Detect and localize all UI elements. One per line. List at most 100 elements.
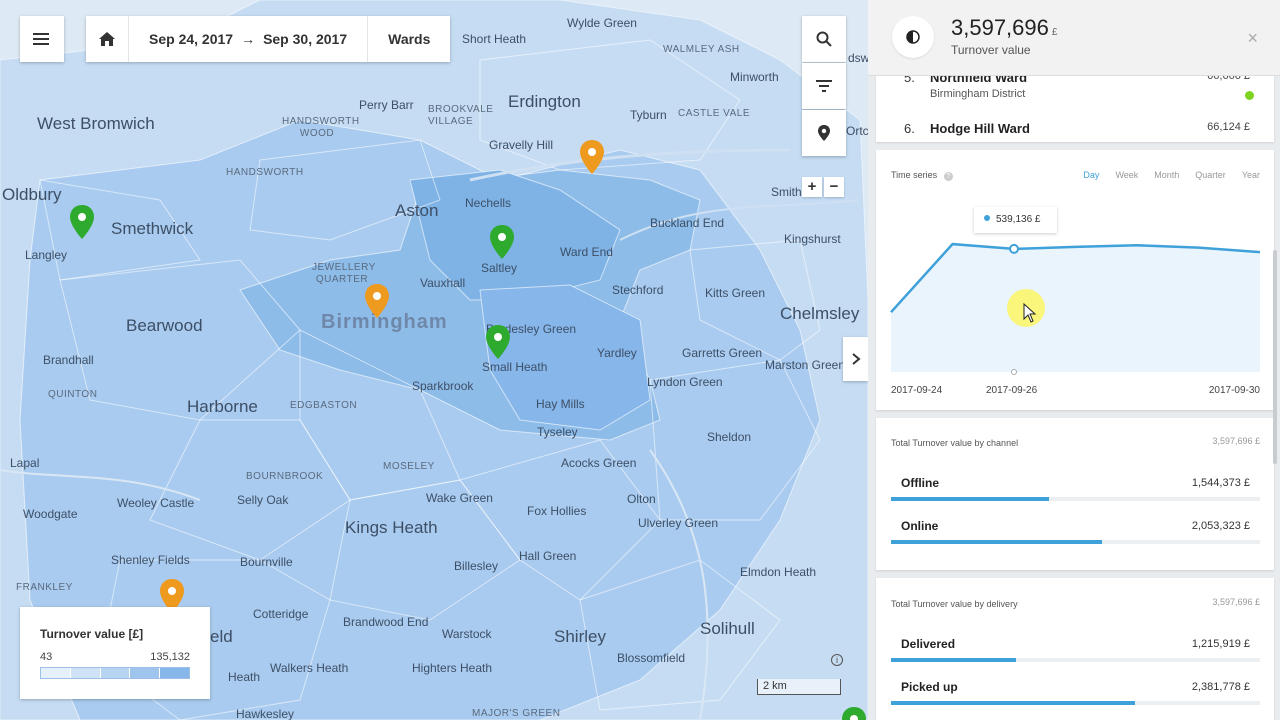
legend-title: Turnover value [£] xyxy=(40,627,144,641)
place-label: Selly Oak xyxy=(237,493,289,507)
place-label: Tyseley xyxy=(537,425,578,439)
map-legend: Turnover value [£] 43 135,132 xyxy=(20,607,210,699)
delivery-delivered-value: 1,215,919 £ xyxy=(1191,638,1250,650)
orange-map-pin-icon[interactable] xyxy=(578,139,606,175)
legend-max: 135,132 xyxy=(150,651,190,663)
place-label: Aston xyxy=(395,201,439,220)
channel-offline-label[interactable]: Offline xyxy=(901,476,939,490)
place-label: Nechells xyxy=(465,196,512,210)
search-icon xyxy=(816,31,832,47)
home-button[interactable] xyxy=(86,16,128,62)
currency: £ xyxy=(1051,27,1058,38)
place-label: Gravelly Hill xyxy=(489,138,554,152)
place-label: Handsworth Wood xyxy=(282,116,360,139)
orange-map-pin-icon[interactable] xyxy=(363,283,391,319)
rank-number: 6. xyxy=(904,121,915,136)
place-label: Handsworth xyxy=(226,167,304,178)
delivery-delivered-bar xyxy=(891,658,1260,662)
x-axis-marker xyxy=(1011,369,1017,375)
place-label: Wake Green xyxy=(426,491,493,505)
ward-value: 66,124 £ xyxy=(1207,121,1250,133)
panel-scrollbar[interactable] xyxy=(1273,250,1277,464)
time-series-chart[interactable] xyxy=(876,150,1274,410)
legend-swatch xyxy=(41,668,71,678)
place-label: Wylde Green xyxy=(567,16,637,30)
legend-swatch xyxy=(70,668,101,678)
green-map-pin-icon[interactable] xyxy=(484,324,512,360)
hovered-point[interactable] xyxy=(1009,243,1019,254)
place-label: Harborne xyxy=(187,397,258,416)
filter-button[interactable] xyxy=(802,63,846,109)
place-label: Highters Heath xyxy=(412,661,493,675)
place-label: dsw xyxy=(848,51,868,65)
metric-label: Turnover value xyxy=(951,43,1031,57)
place-label: Brandhall xyxy=(43,353,94,367)
channel-online-value: 2,053,323 £ xyxy=(1191,520,1250,532)
place-label: Olton xyxy=(627,492,656,506)
map[interactable]: West Bromwich Oldbury Smethwick Langley … xyxy=(0,0,868,720)
place-label: Kings Heath xyxy=(345,518,438,537)
channel-online-label[interactable]: Online xyxy=(901,519,938,533)
filter-icon xyxy=(816,80,832,92)
time-series-card: Time series ? Day Week Month Quarter Yea… xyxy=(876,150,1274,410)
close-icon[interactable]: × xyxy=(1247,28,1258,49)
chart-tooltip: 539,136 £ xyxy=(974,207,1057,233)
place-label: Lyndon Green xyxy=(647,375,723,389)
date-range-selector[interactable]: Sep 24, 2017 → Sep 30, 2017 xyxy=(128,16,367,62)
place-label: Yardley xyxy=(597,346,637,360)
place-label: Saltley xyxy=(481,261,518,275)
place-label: Bearwood xyxy=(126,316,203,335)
zoom-out-button[interactable]: − xyxy=(824,177,844,197)
level-selector[interactable]: Wards xyxy=(367,16,450,62)
green-map-pin-icon[interactable] xyxy=(488,224,516,260)
tooltip-value: 539,136 £ xyxy=(996,214,1041,225)
place-label: Shirley xyxy=(554,627,606,646)
channel-card-title: Total Turnover value by channel xyxy=(891,438,1019,448)
place-label: Kitts Green xyxy=(705,286,766,300)
place-label: Hawkesley xyxy=(236,707,295,720)
place-label: Shenley Fields xyxy=(111,553,190,567)
delivery-pickedup-label[interactable]: Picked up xyxy=(901,680,958,694)
location-pin-icon xyxy=(818,125,830,141)
place-label: Hall Green xyxy=(519,549,577,563)
collapse-panel-button[interactable] xyxy=(843,337,868,381)
green-map-pin-icon[interactable] xyxy=(840,706,868,720)
place-label: Heath xyxy=(228,670,261,684)
place-label: Bournbrook xyxy=(246,471,324,482)
delivery-delivered-label[interactable]: Delivered xyxy=(901,637,955,651)
panel-header: 3,597,696 £ Turnover value × xyxy=(868,0,1280,76)
menu-button[interactable] xyxy=(20,16,64,62)
place-label: Walkers Heath xyxy=(270,661,349,675)
green-map-pin-icon[interactable] xyxy=(68,204,96,240)
place-label: eld xyxy=(210,627,233,646)
place-label: West Bromwich xyxy=(37,114,155,133)
map-scale: 2 km xyxy=(757,679,841,695)
delivery-card-title: Total Turnover value by delivery xyxy=(891,599,1018,609)
arrow-right-icon: → xyxy=(241,31,256,47)
place-label: Chelmsley xyxy=(780,304,860,323)
place-label: Solihull xyxy=(700,619,755,638)
x-tick-label: 2017-09-24 xyxy=(891,385,943,396)
tooltip-dot xyxy=(984,215,990,221)
contrast-icon xyxy=(906,30,920,44)
place-label: Billesley xyxy=(454,559,499,573)
status-dot xyxy=(1245,91,1254,100)
total-value-number: 3,597,696 xyxy=(951,15,1049,40)
legend-swatch xyxy=(100,668,131,678)
place-label: Ward End xyxy=(560,245,613,259)
search-button[interactable] xyxy=(802,16,846,62)
hamburger-icon xyxy=(33,33,49,45)
info-icon[interactable]: i xyxy=(831,654,843,666)
place-label: Bournville xyxy=(240,555,293,569)
place-label: Langley xyxy=(25,248,68,262)
zoom-in-button[interactable]: + xyxy=(802,177,822,197)
place-label: Sparkbrook xyxy=(412,379,474,393)
place-label: Short Heath xyxy=(462,32,527,46)
place-label: Stechford xyxy=(612,283,664,297)
place-label: Brookvale Village xyxy=(428,104,494,127)
place-label: Woodgate xyxy=(23,507,78,521)
place-label: Warstock xyxy=(442,627,492,641)
place-label: Quinton xyxy=(48,389,98,400)
place-label: Buckland End xyxy=(650,216,725,230)
location-button[interactable] xyxy=(802,110,846,156)
